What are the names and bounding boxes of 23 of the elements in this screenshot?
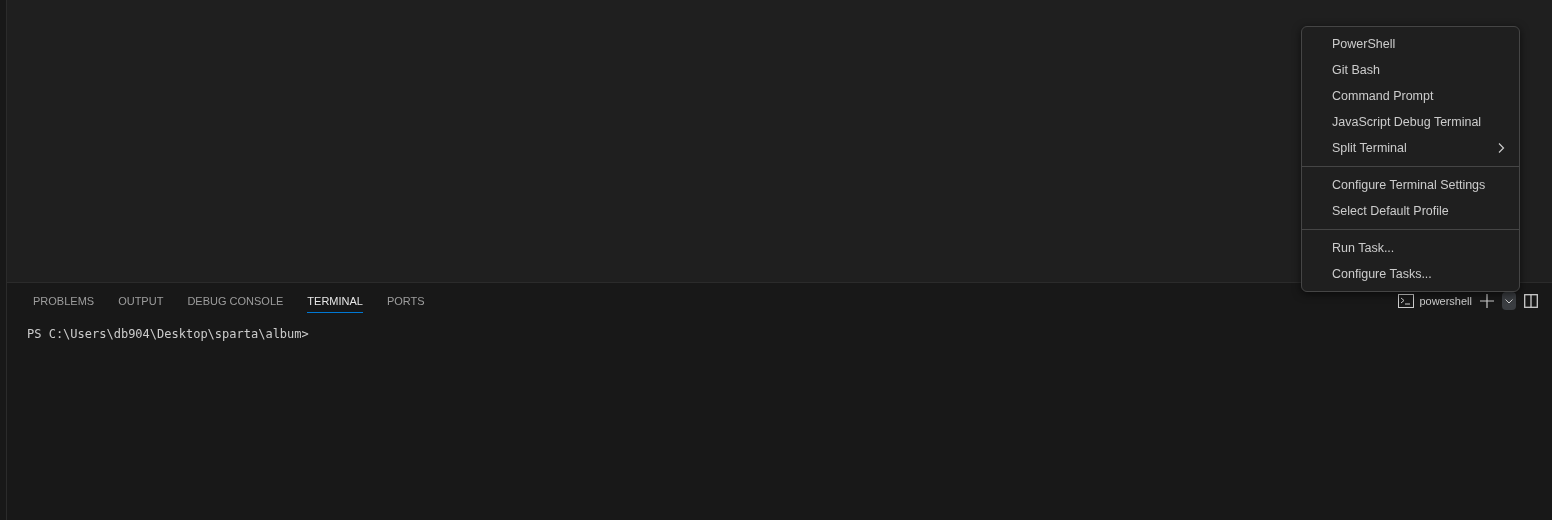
plus-icon [1480,294,1494,308]
new-terminal-button[interactable] [1478,292,1496,310]
menu-item[interactable]: Run Task... [1302,235,1519,261]
terminal-prompt: PS C:\Users\db904\Desktop\sparta\album> [26,326,310,343]
menu-item[interactable]: Git Bash [1302,57,1519,83]
menu-item[interactable]: Select Default Profile [1302,198,1519,224]
dropdown-button[interactable] [1502,292,1516,310]
terminal-profile-label[interactable]: powershell [1419,292,1472,310]
panel-tab[interactable]: TERMINAL [307,288,363,314]
menu-item[interactable]: Configure Tasks... [1302,261,1519,287]
split-panel-icon [1524,294,1538,308]
panel-tab[interactable]: PORTS [386,288,425,314]
chevron-right-icon [1497,142,1505,154]
split-panel-button[interactable] [1522,292,1540,310]
menu-item[interactable]: Configure Terminal Settings [1302,172,1519,198]
panel-tab[interactable]: OUTPUT [118,288,164,314]
panel-tab[interactable]: DEBUG CONSOLE [187,288,284,314]
menu-item[interactable]: PowerShell [1302,31,1519,57]
panel-tab[interactable]: PROBLEMS [33,288,95,314]
terminal-icon [1398,294,1415,308]
menu-item[interactable]: Command Prompt [1302,83,1519,109]
menu-item[interactable]: Split Terminal [1302,135,1519,161]
menu-item[interactable]: JavaScript Debug Terminal [1302,109,1519,135]
